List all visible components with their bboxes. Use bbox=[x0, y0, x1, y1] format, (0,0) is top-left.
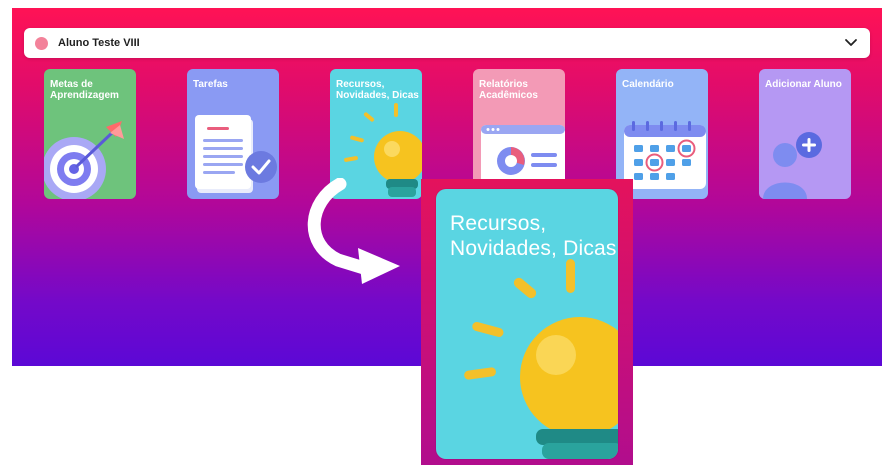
curved-arrow-icon bbox=[307, 178, 400, 284]
card-title: Adicionar Aluno bbox=[765, 79, 842, 90]
card-metas-aprendizagem[interactable]: Metas de Aprendizagem bbox=[44, 69, 136, 199]
zoom-card-recursos[interactable]: Recursos, Novidades, Dicas bbox=[436, 189, 618, 459]
card-tarefas[interactable]: Tarefas bbox=[187, 69, 279, 199]
chevron-down-icon[interactable] bbox=[844, 37, 858, 49]
zoom-callout: Recursos, Novidades, Dicas bbox=[421, 179, 633, 465]
student-name: Aluno Teste VIII bbox=[58, 37, 140, 49]
card-title: Recursos, Novidades, Dicas bbox=[336, 79, 419, 101]
student-avatar bbox=[35, 36, 48, 50]
card-title: Metas de Aprendizagem bbox=[50, 79, 119, 101]
card-title: Calendário bbox=[622, 79, 674, 90]
card-title: Tarefas bbox=[193, 79, 228, 90]
student-select[interactable]: Aluno Teste VIII bbox=[24, 28, 870, 58]
zoom-card-title: Recursos, Novidades, Dicas bbox=[450, 212, 617, 260]
card-title: Relatórios Acadêmicos bbox=[479, 79, 538, 101]
card-adicionar-aluno[interactable]: Adicionar Aluno bbox=[759, 69, 851, 199]
